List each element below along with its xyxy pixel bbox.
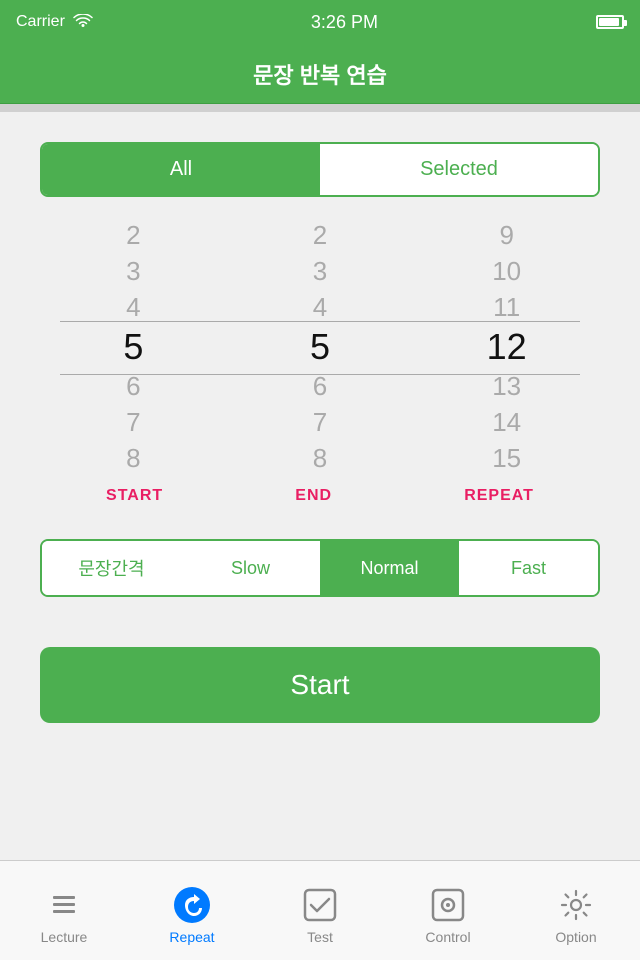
selected-tab[interactable]: Selected (320, 144, 598, 195)
end-label: END (295, 487, 332, 505)
picker-num-selected: 5 (227, 326, 414, 368)
controls-section: All Selected 2 3 4 5 6 7 8 2 3 4 5 6 7 (0, 112, 640, 617)
tab-test-label: Test (307, 929, 333, 945)
picker-num: 13 (413, 368, 600, 404)
tab-test[interactable]: Test (256, 877, 384, 945)
picker-num-selected: 5 (40, 326, 227, 368)
start-picker[interactable]: 2 3 4 5 6 7 8 (40, 217, 227, 477)
check-icon (300, 885, 340, 925)
picker-num: 6 (227, 368, 414, 404)
speed-slow[interactable]: Slow (181, 541, 320, 595)
page-title: 문장 반복 연습 (253, 58, 387, 90)
speed-interval[interactable]: 문장간격 (42, 541, 181, 595)
repeat-icon (172, 885, 212, 925)
gear-icon (556, 885, 596, 925)
start-label: START (106, 487, 163, 505)
start-button-container: Start (0, 617, 640, 743)
tab-lecture-label: Lecture (41, 929, 88, 945)
picker-num: 10 (413, 253, 600, 289)
speed-fast[interactable]: Fast (459, 541, 598, 595)
picker-num: 9 (413, 217, 600, 253)
all-tab[interactable]: All (42, 144, 320, 195)
tab-option-label: Option (555, 929, 596, 945)
speed-selector: 문장간격 Slow Normal Fast (40, 539, 600, 597)
picker-num: 3 (40, 253, 227, 289)
battery-icon (596, 15, 624, 29)
picker-num: 6 (40, 368, 227, 404)
picker-area[interactable]: 2 3 4 5 6 7 8 2 3 4 5 6 7 8 9 10 (40, 217, 600, 477)
picker-num: 2 (40, 217, 227, 253)
start-button[interactable]: Start (40, 647, 600, 723)
tab-control[interactable]: Control (384, 877, 512, 945)
picker-num: 14 (413, 404, 600, 440)
repeat-picker[interactable]: 9 10 11 12 13 14 15 (413, 217, 600, 477)
picker-num: 3 (227, 253, 414, 289)
picker-num: 15 (413, 441, 600, 477)
segmented-control: All Selected (40, 142, 600, 197)
speed-normal[interactable]: Normal (320, 541, 459, 595)
picker-num-selected: 12 (413, 326, 600, 368)
tab-repeat[interactable]: Repeat (128, 877, 256, 945)
end-picker[interactable]: 2 3 4 5 6 7 8 (227, 217, 414, 477)
picker-num: 8 (227, 441, 414, 477)
picker-num: 7 (227, 404, 414, 440)
picker-num: 4 (40, 290, 227, 326)
list-icon (44, 885, 84, 925)
picker-num: 8 (40, 441, 227, 477)
control-icon (428, 885, 468, 925)
picker-num: 4 (227, 290, 414, 326)
tab-option[interactable]: Option (512, 877, 640, 945)
wifi-icon (73, 14, 93, 30)
status-time: 3:26 PM (311, 12, 378, 33)
carrier-label: Carrier (16, 13, 65, 31)
picker-num: 2 (227, 217, 414, 253)
picker-num: 11 (413, 290, 600, 326)
picker-num: 7 (40, 404, 227, 440)
separator (0, 104, 640, 112)
repeat-label: REPEAT (464, 487, 534, 505)
status-bar: Carrier 3:26 PM (0, 0, 640, 44)
main-content: All Selected 2 3 4 5 6 7 8 2 3 4 5 6 7 (0, 112, 640, 868)
app-header: 문장 반복 연습 (0, 44, 640, 104)
tab-repeat-label: Repeat (169, 929, 214, 945)
status-left: Carrier (16, 13, 93, 31)
tab-bar: Lecture Repeat Test Con (0, 860, 640, 960)
tab-lecture[interactable]: Lecture (0, 877, 128, 945)
status-right (596, 15, 624, 29)
tab-control-label: Control (425, 929, 470, 945)
